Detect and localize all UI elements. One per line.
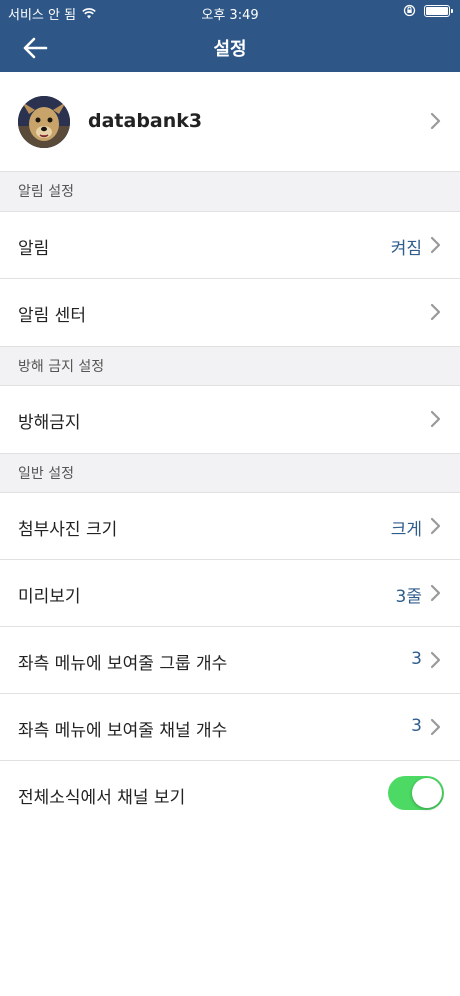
chevron-right-icon [430,236,441,254]
row-label: 좌측 메뉴에 보여줄 채널 개수 [18,721,228,741]
row-all-news-channel: 전체소식에서 채널 보기 [0,761,460,828]
row-label: 좌측 메뉴에 보여줄 그룹 개수 [18,654,228,674]
row-label: 알림 [18,239,50,259]
row-preview[interactable]: 미리보기 3줄 [0,560,460,627]
profile-row[interactable]: databank3 [0,72,460,172]
row-attachment-size[interactable]: 첨부사진 크기 크게 [0,493,460,560]
dog-avatar-image [18,96,70,148]
orientation-lock-icon [403,4,416,17]
row-value: 켜짐 [390,239,422,259]
status-bar: 서비스 안 됨 오후 3:49 [0,0,460,24]
row-dnd[interactable]: 방해금지 [0,386,460,453]
nav-bar: 설정 [0,24,460,72]
battery-icon [424,4,453,17]
chevron-right-icon [430,410,441,428]
status-right [403,4,453,17]
profile-username: databank3 [88,110,203,132]
chevron-right-icon [430,303,441,321]
section-header-general: 일반 설정 [0,453,460,493]
top-bar: 서비스 안 됨 오후 3:49 설정 [0,0,460,72]
row-value: 3 [411,716,422,736]
row-notification-center[interactable]: 알림 센터 [0,279,460,346]
chevron-right-icon [430,584,441,602]
row-group-count[interactable]: 좌측 메뉴에 보여줄 그룹 개수 3 [0,627,460,694]
chevron-right-icon [430,651,441,669]
row-label: 방해금지 [18,413,81,433]
row-label: 전체소식에서 채널 보기 [18,788,186,808]
row-label: 알림 센터 [18,306,86,326]
toggle-knob [412,778,442,808]
channel-view-toggle[interactable] [388,776,444,810]
status-time: 오후 3:49 [201,8,259,23]
page-title: 설정 [213,39,247,60]
row-value: 크게 [390,520,422,540]
settings-list: databank3 알림 설정 알림 켜짐 알림 센터 방해 금지 설정 방해금… [0,72,460,828]
section-header-notifications: 알림 설정 [0,172,460,212]
row-value: 3 [411,649,422,669]
chevron-right-icon [430,112,441,130]
section-header-dnd: 방해 금지 설정 [0,346,460,386]
row-label: 미리보기 [18,587,81,607]
row-notification[interactable]: 알림 켜짐 [0,212,460,279]
row-label: 첨부사진 크기 [18,520,118,540]
chevron-right-icon [430,517,441,535]
avatar [18,96,70,148]
row-value: 3줄 [395,587,422,607]
chevron-right-icon [430,718,441,736]
row-channel-count[interactable]: 좌측 메뉴에 보여줄 채널 개수 3 [0,694,460,761]
